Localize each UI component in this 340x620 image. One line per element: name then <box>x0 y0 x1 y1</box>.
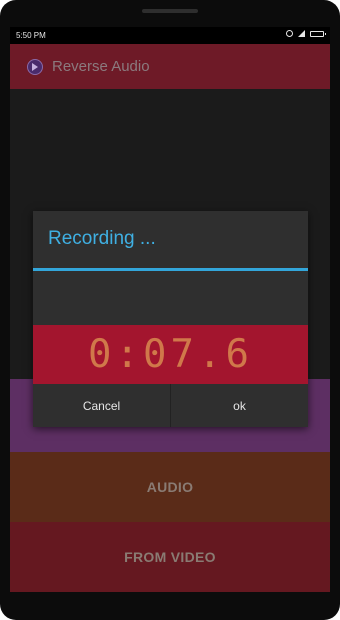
ok-button[interactable]: ok <box>171 384 308 427</box>
signal-icon <box>298 30 305 37</box>
from-video-button-label: FROM VIDEO <box>124 549 216 565</box>
phone-frame: 5:50 PM Reverse Audio AUDIO FROM VIDEO R… <box>0 0 340 620</box>
audio-button[interactable]: AUDIO <box>10 452 330 522</box>
timer-display: 0:07.6 <box>33 325 308 384</box>
dialog-button-bar: Cancel ok <box>33 384 308 427</box>
timer-text: 0:07.6 <box>88 332 253 377</box>
dialog-title: Recording ... <box>48 228 156 249</box>
audio-button-label: AUDIO <box>146 479 194 495</box>
recording-dialog: Recording ... 0:07.6 Cancel ok <box>33 211 308 427</box>
cancel-button[interactable]: Cancel <box>33 384 170 427</box>
battery-icon <box>310 30 326 37</box>
speaker-grille <box>142 9 198 13</box>
status-icons <box>286 30 326 37</box>
dialog-title-divider <box>33 268 308 271</box>
app-bar: Reverse Audio <box>10 44 330 89</box>
app-logo-icon <box>27 59 43 75</box>
alarm-icon <box>286 30 293 37</box>
app-title: Reverse Audio <box>52 58 150 75</box>
from-video-button[interactable]: FROM VIDEO <box>10 522 330 592</box>
status-time: 5:50 PM <box>16 31 46 40</box>
status-bar: 5:50 PM <box>10 27 330 44</box>
